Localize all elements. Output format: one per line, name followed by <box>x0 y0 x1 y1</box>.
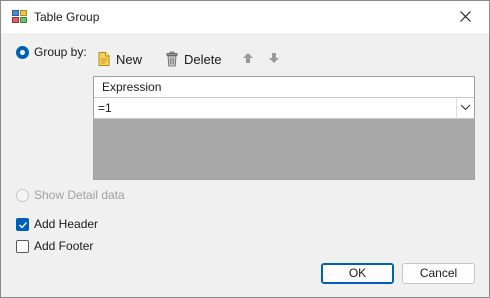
checkmark-icon <box>19 222 28 229</box>
move-up-button[interactable] <box>242 52 256 66</box>
arrow-down-icon <box>269 53 279 63</box>
add-header-checkbox[interactable] <box>16 218 29 231</box>
trash-icon <box>164 51 180 67</box>
show-detail-radio[interactable] <box>16 189 29 202</box>
group-by-radio[interactable] <box>16 46 29 59</box>
add-header-label: Add Header <box>34 217 99 231</box>
table-group-app-icon <box>12 10 28 24</box>
new-button-label: New <box>116 51 143 67</box>
cancel-button[interactable]: Cancel <box>402 263 475 284</box>
delete-button[interactable]: Delete <box>164 48 222 70</box>
table-group-dialog: Table Group Group by: New Delete Express… <box>0 0 490 298</box>
new-document-icon <box>96 51 112 67</box>
show-detail-label: Show Detail data <box>34 188 125 202</box>
move-down-button[interactable] <box>268 52 282 66</box>
new-button[interactable]: New <box>96 48 142 70</box>
arrow-up-icon <box>243 53 253 63</box>
chevron-down-icon <box>460 104 471 111</box>
expression-cell[interactable]: =1 <box>98 101 112 115</box>
add-footer-checkbox[interactable] <box>16 240 29 253</box>
window-title: Table Group <box>34 10 100 24</box>
delete-button-label: Delete <box>184 51 222 67</box>
title-bar: Table Group <box>1 1 489 33</box>
add-footer-label: Add Footer <box>34 239 94 253</box>
expression-column-header: Expression <box>102 80 162 94</box>
close-icon <box>460 11 471 22</box>
group-by-label: Group by: <box>34 45 87 59</box>
ok-button[interactable]: OK <box>321 263 394 284</box>
group-expression-grid[interactable]: Expression =1 <box>93 76 475 180</box>
close-button[interactable] <box>443 1 489 33</box>
grid-header: Expression <box>94 77 474 98</box>
table-row[interactable]: =1 <box>94 98 474 119</box>
expression-dropdown-button[interactable] <box>456 98 474 118</box>
